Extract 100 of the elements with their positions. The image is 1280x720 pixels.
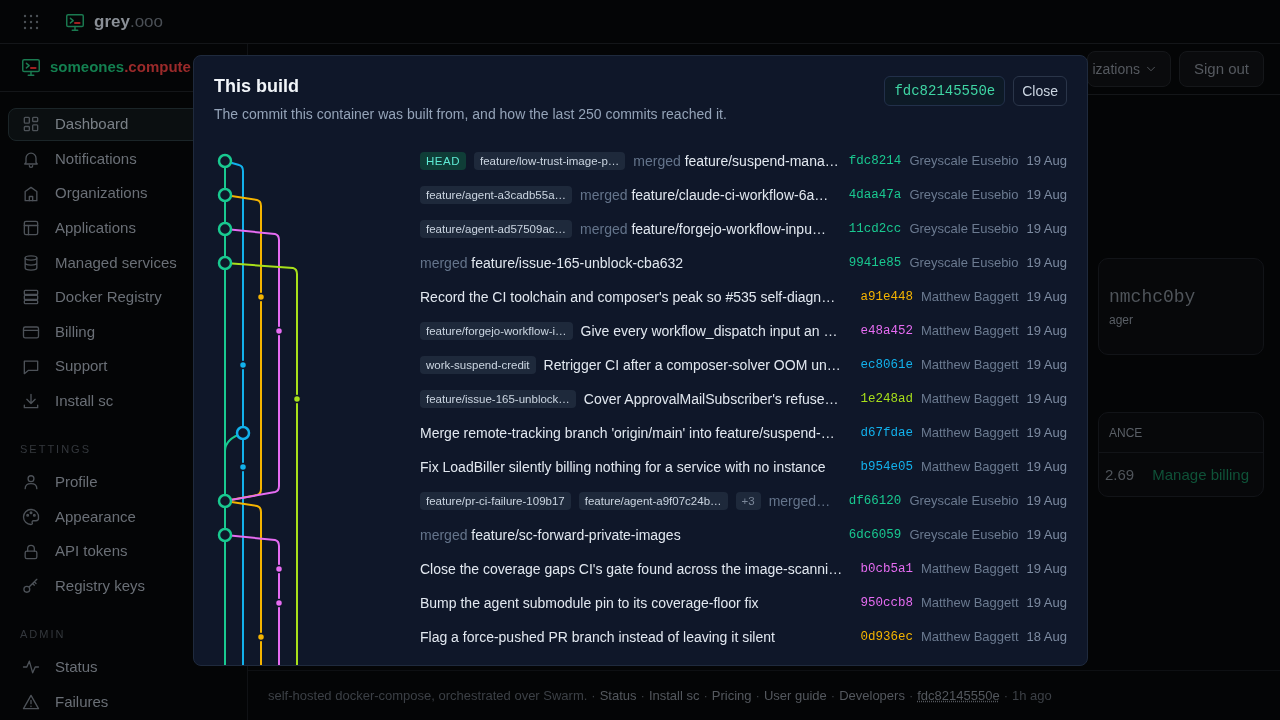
sidebar-item[interactable]: Billing [8, 315, 239, 349]
apps-grid-icon[interactable] [22, 12, 40, 31]
branch-tag: feature/agent-a3cadb55a… [420, 186, 573, 204]
head-tag: HEAD [420, 152, 466, 170]
branch-tag: feature/pr-ci-failure-109b17 [420, 492, 571, 510]
commit-date: 18 Aug [1026, 628, 1067, 647]
branch-tag: feature/forgejo-workflow-i… [420, 322, 573, 340]
commit-date: 19 Aug [1026, 356, 1067, 375]
sidebar-item[interactable]: Support [8, 349, 239, 384]
role-label: ager [1109, 312, 1135, 329]
commit-author: Matthew Baggett [920, 560, 1019, 579]
footer-link[interactable]: Pricing [711, 685, 752, 706]
commit-hash[interactable]: 6dc6059 [848, 525, 902, 545]
sidebar-item[interactable]: Organizations [8, 176, 239, 211]
commit-hash[interactable]: 9941e85 [848, 253, 902, 273]
sidebar-item[interactable]: Install sc [8, 384, 239, 419]
commit-message: merged feature/forgejo-workflow-inpu… [580, 219, 826, 239]
footer-link[interactable]: Status [599, 685, 637, 706]
commit-author: Matthew Baggett [920, 628, 1019, 647]
commit-hash[interactable]: ec8061e [860, 355, 913, 375]
commit-message: Retrigger CI after a composer-solver OOM un… [543, 355, 841, 375]
commit-message: merged… [768, 491, 831, 511]
dialog-title: This build [214, 76, 300, 98]
sidebar-item[interactable]: Notifications [8, 142, 239, 176]
branch-tag: feature/agent-ad57509ac… [420, 220, 573, 238]
commit-author: Greyscale Eusebio [909, 492, 1019, 511]
sidebar-item[interactable]: Appearance [8, 500, 239, 534]
commit-hash[interactable]: 1e248ad [860, 389, 913, 409]
commit-hash[interactable]: d67fdae [860, 423, 913, 443]
branch-tag: feature/issue-165-unblock… [420, 390, 576, 408]
sidebar-item[interactable]: Registry keys [8, 569, 239, 604]
more-refs-tag: +3 [735, 492, 761, 510]
commit-author: Matthew Baggett [920, 322, 1019, 341]
commit-message: Record the CI toolchain and composer's peak so #535 self-diagn… [420, 287, 836, 307]
commit-date: 19 Aug [1026, 220, 1067, 239]
branch-tag: feature/agent-a9f07c24b… [578, 492, 728, 510]
close-button[interactable]: Close [1013, 76, 1067, 106]
commit-hash[interactable]: b0cb5a1 [860, 559, 913, 579]
commit-date: 19 Aug [1026, 594, 1067, 613]
commit-date: 19 Aug [1026, 322, 1067, 341]
commit-message: merged feature/suspend-mana… [633, 151, 839, 171]
commit-author: Matthew Baggett [920, 424, 1019, 443]
sidebar-item[interactable]: Profile [8, 465, 239, 500]
separator-dot: · [1003, 686, 1008, 705]
commit-hash[interactable]: 0d936ec [860, 627, 913, 647]
commit-author: Greyscale Eusebio [909, 152, 1019, 171]
account-id: nmchc0by [1109, 286, 1197, 309]
sidebar-item[interactable]: API tokens [8, 534, 239, 569]
commit-author: Matthew Baggett [920, 594, 1019, 613]
separator-dot: · [640, 686, 645, 705]
commit-hash[interactable]: 950ccb8 [860, 593, 913, 613]
footer-link[interactable]: Install sc [648, 685, 700, 706]
brand-name[interactable]: grey.ooo [94, 8, 163, 35]
separator-dot: · [908, 686, 914, 705]
commit-date: 19 Aug [1026, 424, 1067, 443]
commit-date: 19 Aug [1026, 254, 1067, 273]
commit-message: Cover ApprovalMailSubscriber's refuse… [583, 389, 839, 409]
commit-author: Greyscale Eusebio [909, 220, 1019, 239]
commit-message: merged feature/sc-forward-private-images [420, 525, 681, 545]
commit-date: 19 Aug [1026, 390, 1067, 409]
commit-date: 19 Aug [1026, 492, 1067, 511]
commit-hash[interactable]: a91e448 [860, 287, 913, 307]
branch-tag: feature/low-trust-image-p… [473, 152, 626, 170]
separator-dot: · [703, 686, 708, 705]
commit-message: Flag a force-pushed PR branch instead of leaving it silent [420, 627, 775, 647]
footer-link[interactable]: Developers [839, 685, 905, 706]
commit-author: Matthew Baggett [920, 356, 1019, 375]
organizations-dropdown[interactable]: izations [1087, 51, 1171, 87]
commit-message: Bump the agent submodule pin to its coverage-floor fix [420, 593, 759, 613]
commit-date: 19 Aug [1026, 186, 1067, 205]
commit-date: 19 Aug [1026, 288, 1067, 307]
separator-dot: · [755, 686, 760, 705]
separator-dot: · [591, 686, 596, 705]
commit-hash[interactable]: 11cd2cc [848, 219, 902, 239]
org-name[interactable]: someones.compute [50, 55, 191, 80]
commit-message: merged feature/issue-165-unblock-cba632 [420, 253, 684, 273]
commit-date: 19 Aug [1026, 526, 1067, 545]
sign-out-button[interactable]: Sign out [1178, 51, 1264, 87]
sidebar-item[interactable]: Docker Registry [8, 280, 239, 315]
commit-author: Greyscale Eusebio [909, 254, 1019, 273]
commit-hash[interactable]: df66120 [848, 491, 902, 511]
commit-author: Matthew Baggett [920, 288, 1019, 307]
sidebar-item[interactable]: Failures [8, 685, 239, 719]
commit-link[interactable]: fdc82145550e [917, 685, 1000, 706]
sidebar-item[interactable]: Status [8, 650, 239, 685]
footer-link[interactable]: User guide [763, 685, 827, 706]
palette-icon [21, 507, 41, 528]
manage-billing-link[interactable]: Manage billing [1152, 463, 1249, 487]
commit-hash[interactable]: 4daa47a [848, 185, 902, 205]
sidebar-item[interactable]: Managed services [8, 246, 239, 280]
sidebar-item[interactable]: Applications [8, 211, 239, 245]
commit-hash[interactable]: fdc8214 [848, 151, 902, 171]
branch-tag: work-suspend-credit [420, 356, 536, 374]
commit-hash[interactable]: e48a452 [860, 321, 913, 341]
balance-heading: ANCE [1109, 424, 1143, 442]
commit-hash[interactable]: b954e05 [860, 457, 913, 477]
commit-date: 19 Aug [1026, 152, 1067, 171]
commit-message: Fix LoadBiller silently billing nothing for a service with no instance [420, 457, 826, 477]
footer-text: self-hosted docker-compose, orchestrated over Swarm. [268, 686, 588, 705]
commit-hash-button[interactable]: fdc82145550e [884, 76, 1006, 106]
